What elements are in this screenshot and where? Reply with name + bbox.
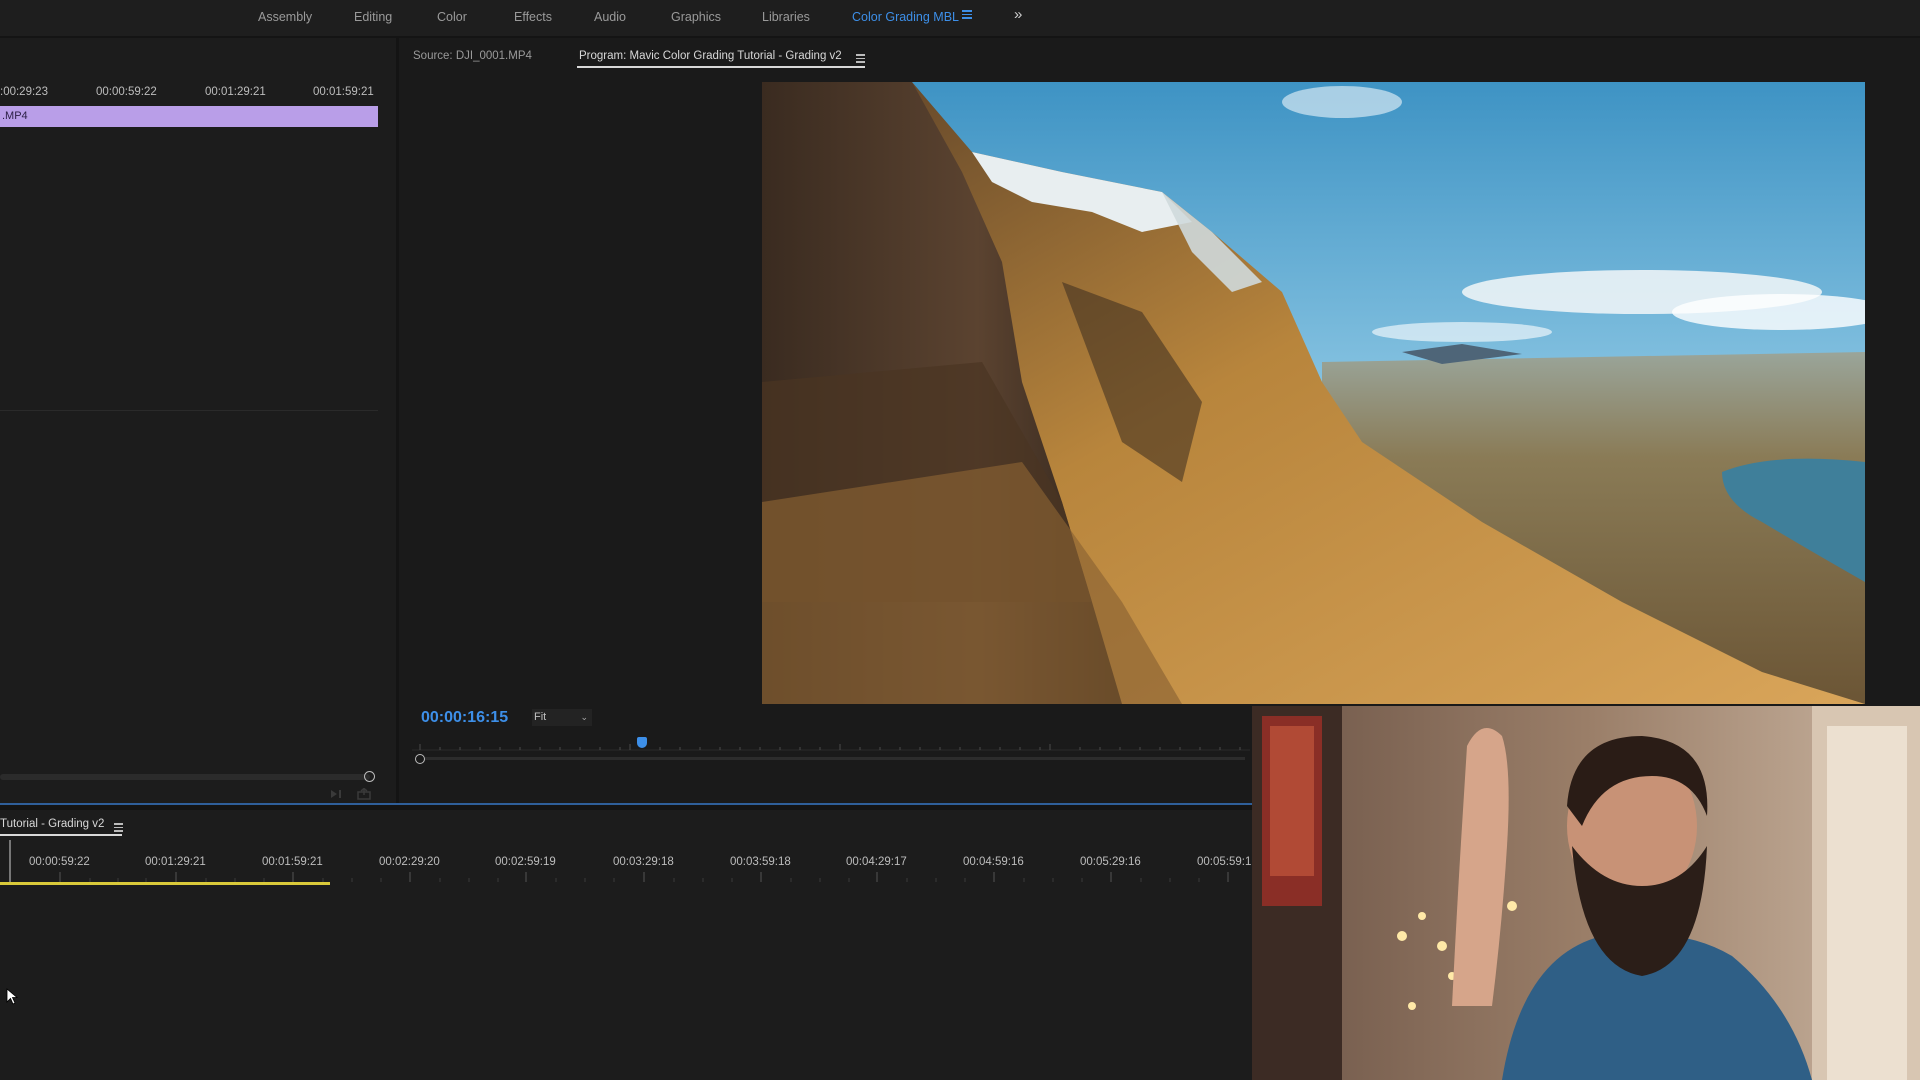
workspace-tab-editing[interactable]: Editing xyxy=(354,10,392,24)
program-zoom-handle[interactable] xyxy=(415,754,425,764)
zoom-level-value: Fit xyxy=(534,711,547,723)
source-ruler-timecode: :00:29:23 xyxy=(0,86,48,98)
timeline-ruler-timecode: 00:01:59:21 xyxy=(262,856,323,868)
program-timecode[interactable]: 00:00:16:15 xyxy=(421,709,508,727)
timeline-ruler-timecode: 00:04:59:16 xyxy=(963,856,1024,868)
workspace-tab-audio[interactable]: Audio xyxy=(594,10,626,24)
workspace-tab-assembly[interactable]: Assembly xyxy=(258,10,312,24)
source-ruler-timecode: 00:01:59:21 xyxy=(313,86,374,98)
tab-source-monitor[interactable]: Source: DJI_0001.MP4 xyxy=(413,50,532,62)
workspace-menu-icon[interactable] xyxy=(962,8,972,20)
work-area-bar[interactable] xyxy=(0,882,330,885)
panel-divider[interactable] xyxy=(0,803,1252,810)
source-panel xyxy=(0,38,396,803)
timeline-panel xyxy=(0,810,1252,1080)
source-scrollbar[interactable] xyxy=(0,774,370,780)
workspace-tab-graphics[interactable]: Graphics xyxy=(671,10,721,24)
timeline-ruler-timecode: 00:03:59:18 xyxy=(730,856,791,868)
presenter-webcam-video xyxy=(1252,706,1920,1080)
workspace-tab-color[interactable]: Color xyxy=(437,10,467,24)
panel-menu-icon[interactable] xyxy=(114,821,123,834)
program-video-frame xyxy=(762,82,1865,704)
timeline-ruler-timecode: 00:05:29:16 xyxy=(1080,856,1141,868)
chevron-double-right-icon[interactable]: » xyxy=(1014,6,1022,23)
timeline-ruler-timecode: 00:05:59:1 xyxy=(1197,856,1252,868)
panel-menu-icon[interactable] xyxy=(856,52,865,65)
program-playhead[interactable] xyxy=(637,737,647,748)
program-time-ruler[interactable] xyxy=(412,740,1250,754)
timeline-ruler-timecode: 00:03:29:18 xyxy=(613,856,674,868)
timeline-ruler-timecode: 00:02:59:19 xyxy=(495,856,556,868)
divider xyxy=(0,410,378,411)
source-clip-label: .MP4 xyxy=(2,110,28,122)
timeline-ruler-timecode: 00:02:29:20 xyxy=(379,856,440,868)
timeline-ruler-timecode: 00:04:29:17 xyxy=(846,856,907,868)
zoom-level-select[interactable]: Fit ⌄ xyxy=(532,709,592,726)
source-clip-bar[interactable]: .MP4 xyxy=(0,106,378,127)
workspace-bar: Assembly Editing Color Effects Audio Gra… xyxy=(0,0,1920,38)
mouse-cursor-icon xyxy=(6,988,18,1005)
active-tab-indicator xyxy=(577,66,865,68)
tab-sequence[interactable]: Tutorial - Grading v2 xyxy=(0,818,104,830)
workspace-tab-effects[interactable]: Effects xyxy=(514,10,552,24)
insert-icon[interactable] xyxy=(329,788,345,800)
program-scrollbar[interactable] xyxy=(425,757,1245,760)
source-ruler-timecode: 00:00:59:22 xyxy=(96,86,157,98)
active-tab-indicator xyxy=(0,834,122,836)
export-frame-icon[interactable] xyxy=(357,788,371,800)
source-zoom-handle[interactable] xyxy=(364,771,375,782)
timeline-ruler-timecode: 00:00:59:22 xyxy=(29,856,90,868)
chevron-down-icon: ⌄ xyxy=(580,712,588,722)
timeline-ruler-timecode: 00:01:29:21 xyxy=(145,856,206,868)
tab-program-monitor[interactable]: Program: Mavic Color Grading Tutorial - … xyxy=(579,50,842,62)
timeline-playhead[interactable] xyxy=(9,840,11,882)
source-ruler-timecode: 00:01:29:21 xyxy=(205,86,266,98)
workspace-tab-color-grading-mbl[interactable]: Color Grading MBL xyxy=(852,10,959,24)
workspace-tab-libraries[interactable]: Libraries xyxy=(762,10,810,24)
